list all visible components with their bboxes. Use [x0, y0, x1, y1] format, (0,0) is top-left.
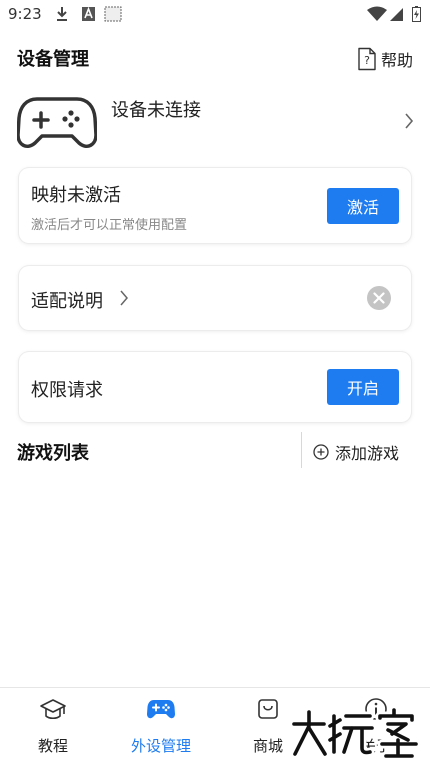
shopping-bag-icon — [258, 699, 278, 719]
add-circle-icon — [313, 444, 329, 460]
svg-text:?: ? — [364, 54, 370, 67]
activate-button[interactable]: 激活 — [327, 188, 399, 224]
font-notification-icon — [82, 6, 95, 21]
page-title: 设备管理 — [17, 49, 89, 70]
gamepad-icon — [17, 97, 97, 148]
status-time: 9:23 — [8, 5, 42, 23]
close-icon[interactable] — [367, 286, 391, 310]
help-doc-icon: ? — [358, 47, 376, 71]
nav-item-device-management[interactable]: 外设管理 — [111, 688, 211, 766]
gamepad-icon — [147, 700, 175, 719]
nav-label-tutorial: 教程 — [37, 737, 68, 755]
screenshot-notification-icon — [104, 6, 122, 22]
help-label: 帮助 — [380, 51, 413, 70]
chevron-right-icon — [405, 113, 414, 129]
permission-request-title: 权限请求 — [31, 380, 103, 401]
adaptation-info-card[interactable]: 适配说明 — [19, 266, 411, 330]
mapping-status-title: 映射未激活 — [31, 185, 121, 206]
nav-label-device-management: 外设管理 — [130, 737, 191, 755]
add-game-button[interactable]: 添加游戏 — [313, 440, 399, 464]
adaptation-info-title: 适配说明 — [31, 291, 103, 312]
add-game-label: 添加游戏 — [335, 444, 400, 463]
enable-button[interactable]: 开启 — [327, 369, 399, 405]
section-divider — [301, 432, 302, 468]
signal-icon — [390, 8, 403, 21]
device-status-label: 设备未连接 — [111, 100, 201, 121]
device-connection-row[interactable]: 设备未连接 — [0, 85, 430, 155]
permission-request-card: 权限请求 开启 — [19, 352, 411, 422]
mapping-status-subtitle: 激活后才可以正常使用配置 — [31, 218, 188, 233]
status-bar: 9:23 — [0, 0, 430, 30]
download-icon — [57, 7, 67, 21]
help-button[interactable]: ? 帮助 — [357, 47, 413, 71]
graduation-cap-icon — [40, 699, 66, 720]
wifi-icon — [367, 6, 387, 21]
watermark-logo — [290, 706, 421, 760]
mapping-status-card: 映射未激活 激活后才可以正常使用配置 激活 — [19, 168, 411, 243]
nav-item-tutorial[interactable]: 教程 — [3, 688, 103, 766]
game-list-title: 游戏列表 — [17, 443, 89, 464]
chevron-right-icon — [120, 290, 128, 306]
battery-icon — [412, 6, 421, 22]
